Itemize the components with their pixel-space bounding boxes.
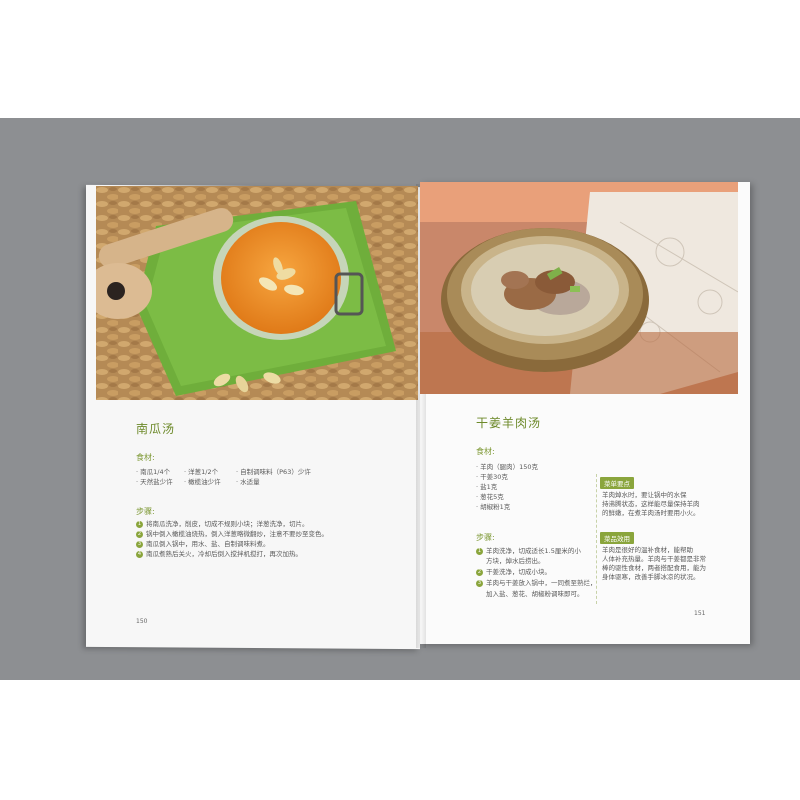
lamb-soup-photo bbox=[420, 182, 738, 394]
step-item: 3 南瓜倒入锅中，用水、盐、自制调味料煮。 bbox=[136, 540, 270, 549]
ingredient-item: · 水适量 bbox=[236, 478, 260, 486]
step-text: 羊肉洗净，切成适长1.5厘米的小 bbox=[486, 547, 581, 555]
step-number: 3 bbox=[476, 579, 483, 587]
ingredient-item: · 干姜30克 bbox=[476, 473, 508, 481]
step-item: 1 羊肉洗净，切成适长1.5厘米的小 bbox=[476, 547, 581, 556]
ingredient-item: · 胡椒粉1克 bbox=[476, 503, 511, 511]
effect-line: 身体驱寒，改善手脚冰凉的状况。 bbox=[602, 573, 700, 581]
effect-tag: 菜品效用 bbox=[600, 532, 634, 544]
tip-tag: 菜单要点 bbox=[600, 477, 634, 489]
step-number: 3 bbox=[136, 540, 143, 548]
tip-line: 的鲜嫩，在煮羊肉汤时要用小火。 bbox=[602, 509, 700, 517]
step-text: 羊肉与干姜放入锅中，一同煮至熟烂， bbox=[486, 579, 597, 587]
tip-line: 持沸腾状态，这样能尽量保持羊肉 bbox=[602, 500, 700, 508]
ingredient-item: · 羊肉（腿肉）150克 bbox=[476, 463, 539, 471]
pumpkin-soup-photo bbox=[96, 186, 418, 400]
page-number-right: 151 bbox=[694, 610, 706, 617]
ingredient-item: · 洋葱1/2个 bbox=[184, 468, 219, 476]
ingredient-item: · 盐1克 bbox=[476, 483, 498, 491]
tip-line: 羊肉焯水时，要让锅中的水保 bbox=[602, 491, 687, 499]
step-text: 方块，焯水后捞出。 bbox=[486, 557, 545, 565]
open-book: 南瓜汤 食材: · 南瓜1/4个 · 洋葱1/2个 · 自制调味料（P63）少许… bbox=[82, 182, 754, 652]
ingredient-item: · 天然盐少许 bbox=[136, 478, 173, 486]
recipe-title-left: 南瓜汤 bbox=[136, 422, 176, 436]
step-item: 2 干姜洗净，切成小块。 bbox=[476, 568, 551, 577]
step-number: 1 bbox=[136, 520, 143, 528]
step-item: 1 将南瓜洗净，削皮，切成不规则小块；洋葱洗净，切片。 bbox=[136, 520, 309, 529]
step-text: 干姜洗净，切成小块。 bbox=[486, 568, 551, 576]
step-number: 1 bbox=[476, 547, 483, 555]
dashed-divider bbox=[596, 474, 597, 604]
step-number: 2 bbox=[476, 568, 483, 576]
steps-label-right: 步骤: bbox=[476, 533, 495, 542]
step-item: 3 羊肉与干姜放入锅中，一同煮至熟烂， bbox=[476, 579, 597, 588]
step-text: 将南瓜洗净，削皮，切成不规则小块；洋葱洗净，切片。 bbox=[146, 520, 309, 528]
page-number-left: 150 bbox=[136, 618, 148, 625]
ingredients-label-left: 食材: bbox=[136, 453, 155, 462]
effect-line: 人体补充热量。羊肉与干姜都是非常 bbox=[602, 555, 706, 563]
step-item: 加入盐、葱花、胡椒粉调味即可。 bbox=[486, 590, 584, 599]
step-item: 4 南瓜煮熟后关火，冷却后倒入搅拌机搅打，再次加热。 bbox=[136, 550, 302, 559]
ingredient-item: · 南瓜1/4个 bbox=[136, 468, 171, 476]
step-item: 2 锅中倒入橄榄油烧热，倒入洋葱略微翻炒，注意不要炒至变色。 bbox=[136, 530, 328, 539]
ingredient-item: · 自制调味料（P63）少许 bbox=[236, 468, 311, 476]
step-text: 加入盐、葱花、胡椒粉调味即可。 bbox=[486, 590, 584, 598]
steps-label-left: 步骤: bbox=[136, 507, 155, 516]
step-text: 南瓜煮熟后关火，冷却后倒入搅拌机搅打，再次加热。 bbox=[146, 550, 302, 558]
step-number: 2 bbox=[136, 530, 143, 538]
ingredient-item: · 葱花5克 bbox=[476, 493, 504, 501]
step-text: 南瓜倒入锅中，用水、盐、自制调味料煮。 bbox=[146, 540, 270, 548]
step-text: 锅中倒入橄榄油烧热，倒入洋葱略微翻炒，注意不要炒至变色。 bbox=[146, 530, 328, 538]
ingredient-item: · 橄榄油少许 bbox=[184, 478, 221, 486]
effect-line: 羊肉是很好的温补食材，能帮助 bbox=[602, 546, 693, 554]
step-item: 方块，焯水后捞出。 bbox=[486, 557, 545, 566]
effect-line: 棒的驱性食材，两者搭配食用，能为 bbox=[602, 564, 706, 572]
step-number: 4 bbox=[136, 550, 143, 558]
recipe-title-right: 干姜羊肉汤 bbox=[476, 416, 542, 430]
ingredients-label-right: 食材: bbox=[476, 447, 495, 456]
